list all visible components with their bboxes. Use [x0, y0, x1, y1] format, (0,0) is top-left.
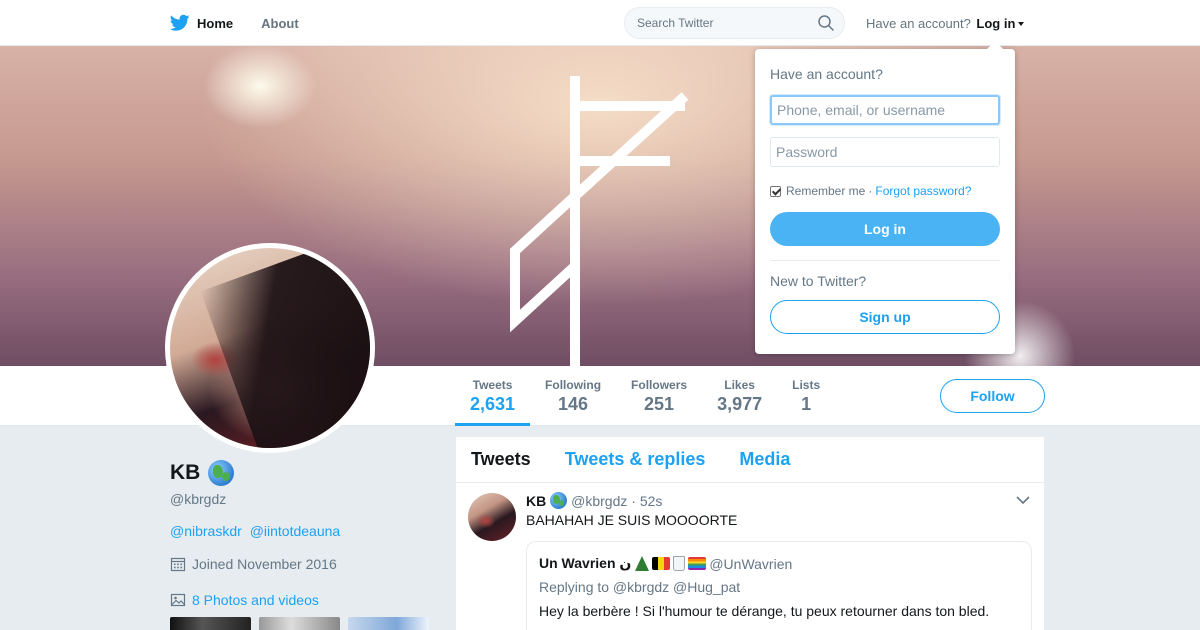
calendar-icon [170, 557, 186, 572]
stat-followers[interactable]: Followers 251 [616, 366, 702, 426]
top-navigation: Home About Have an account? Log in [0, 0, 1200, 46]
nav-left: Home About [170, 0, 327, 46]
tweet-header: KB @kbrgdz · 52s [526, 492, 662, 509]
tab-tweets-replies[interactable]: Tweets & replies [565, 449, 706, 470]
tweet-timestamp[interactable]: 52s [640, 493, 663, 509]
bio-mention-link[interactable]: @iintotdeauna [250, 523, 341, 539]
profile-joined-date: Joined November 2016 [170, 556, 337, 572]
joined-text: Joined November 2016 [192, 556, 337, 572]
globe-icon [550, 492, 568, 509]
stat-lists[interactable]: Lists 1 [777, 366, 835, 426]
search-icon[interactable] [818, 15, 834, 31]
tweet-author-name[interactable]: KB [526, 493, 546, 509]
quote-header: Un Wavrien ن @UnWavrien [539, 555, 792, 572]
stat-likes[interactable]: Likes 3,977 [702, 366, 777, 426]
remember-me-checkbox[interactable] [770, 185, 781, 197]
nav-home[interactable]: Home [170, 14, 233, 32]
bio-mention-link[interactable]: @nibraskdr [170, 523, 242, 539]
belgian-flag-icon [652, 557, 671, 570]
stat-value: 3,977 [717, 394, 763, 414]
profile-bio: @nibraskdr @iintotdeauna [170, 523, 344, 539]
avatar-photo-detail [200, 248, 370, 448]
tab-media[interactable]: Media [739, 449, 790, 470]
stat-following[interactable]: Following 146 [530, 366, 616, 426]
remember-separator: · [868, 184, 873, 198]
globe-icon [208, 460, 235, 486]
stat-label: Likes [724, 378, 755, 392]
profile-stats: Tweets 2,631 Following 146 Followers 251… [455, 366, 835, 426]
search-box [624, 7, 845, 39]
login-dropdown-title: Have an account? [770, 66, 883, 82]
beer-glass-icon [673, 556, 686, 571]
nav-about-label: About [261, 15, 299, 31]
profile-name-text: KB [170, 461, 201, 484]
forgot-password-link[interactable]: Forgot password? [875, 184, 971, 198]
stat-tweets[interactable]: Tweets 2,631 [455, 366, 531, 426]
tweet-author-handle[interactable]: @kbrgdz [571, 493, 627, 509]
tree-emoji-icon [635, 556, 650, 571]
media-thumbnail[interactable] [348, 617, 429, 630]
media-thumbnails [170, 617, 437, 630]
stat-value: 2,631 [470, 394, 516, 414]
search-input[interactable] [637, 16, 818, 30]
quote-text: Hey la berbère ! Si l'humour te dérange,… [539, 603, 990, 619]
login-link[interactable]: Log in [976, 16, 1015, 31]
profile-handle[interactable]: @kbrgdz [170, 491, 226, 507]
image-icon [170, 593, 186, 607]
password-field[interactable] [770, 137, 1000, 167]
nav-about[interactable]: About [261, 16, 299, 31]
username-field[interactable] [770, 95, 1000, 125]
caret-down-icon [1018, 22, 1025, 26]
quoted-tweet[interactable]: Un Wavrien ن @UnWavrien Replying to @kbr… [526, 541, 1032, 630]
nav-home-label: Home [197, 15, 234, 31]
timeline: Tweets Tweets & replies Media KB @kbrgdz… [456, 437, 1044, 630]
login-button[interactable]: Log in [770, 212, 1000, 246]
media-thumbnail[interactable] [170, 617, 251, 630]
twitter-bird-icon [170, 14, 190, 31]
rainbow-flag-icon [688, 557, 707, 570]
remember-row: Remember me · Forgot password? [770, 184, 971, 198]
chevron-down-icon[interactable] [1015, 495, 1031, 505]
stat-label: Followers [631, 378, 688, 392]
tab-tweets[interactable]: Tweets [471, 449, 531, 470]
have-account-text: Have an account? [866, 16, 971, 31]
stat-value: 146 [558, 394, 589, 414]
tweet-separator: · [631, 493, 636, 509]
media-thumbnail[interactable] [259, 617, 340, 630]
quote-author-name: Un Wavrien ن [539, 555, 632, 571]
stat-value: 251 [644, 394, 675, 414]
photos-videos-link[interactable]: 8 Photos and videos [170, 592, 319, 608]
stat-label: Tweets [472, 378, 513, 392]
tweet-avatar[interactable] [468, 493, 516, 541]
banner-logo-graphic [510, 76, 689, 366]
timeline-tabs: Tweets Tweets & replies Media [456, 437, 1044, 483]
account-login-toggle[interactable]: Have an account? Log in [866, 16, 1025, 31]
stat-label: Lists [792, 378, 821, 392]
tweet[interactable]: KB @kbrgdz · 52s BAHAHAH JE SUIS MOOOORT… [456, 483, 1044, 630]
new-to-twitter-text: New to Twitter? [770, 273, 867, 289]
divider [770, 260, 1000, 261]
tweet-text: BAHAHAH JE SUIS MOOOORTE [526, 512, 738, 528]
follow-button[interactable]: Follow [940, 379, 1045, 413]
signup-button[interactable]: Sign up [770, 300, 1000, 334]
quote-author-handle: @UnWavrien [709, 555, 793, 572]
profile-name[interactable]: KB [170, 460, 235, 486]
profile-avatar[interactable] [165, 243, 375, 453]
stat-label: Following [545, 378, 602, 392]
photos-videos-label: 8 Photos and videos [192, 592, 319, 608]
stat-value: 1 [801, 394, 812, 414]
quote-replying-to: Replying to @kbrgdz @Hug_pat [539, 579, 741, 595]
login-dropdown: Have an account? Remember me · Forgot pa… [755, 41, 1015, 354]
remember-me-label[interactable]: Remember me [786, 184, 865, 198]
